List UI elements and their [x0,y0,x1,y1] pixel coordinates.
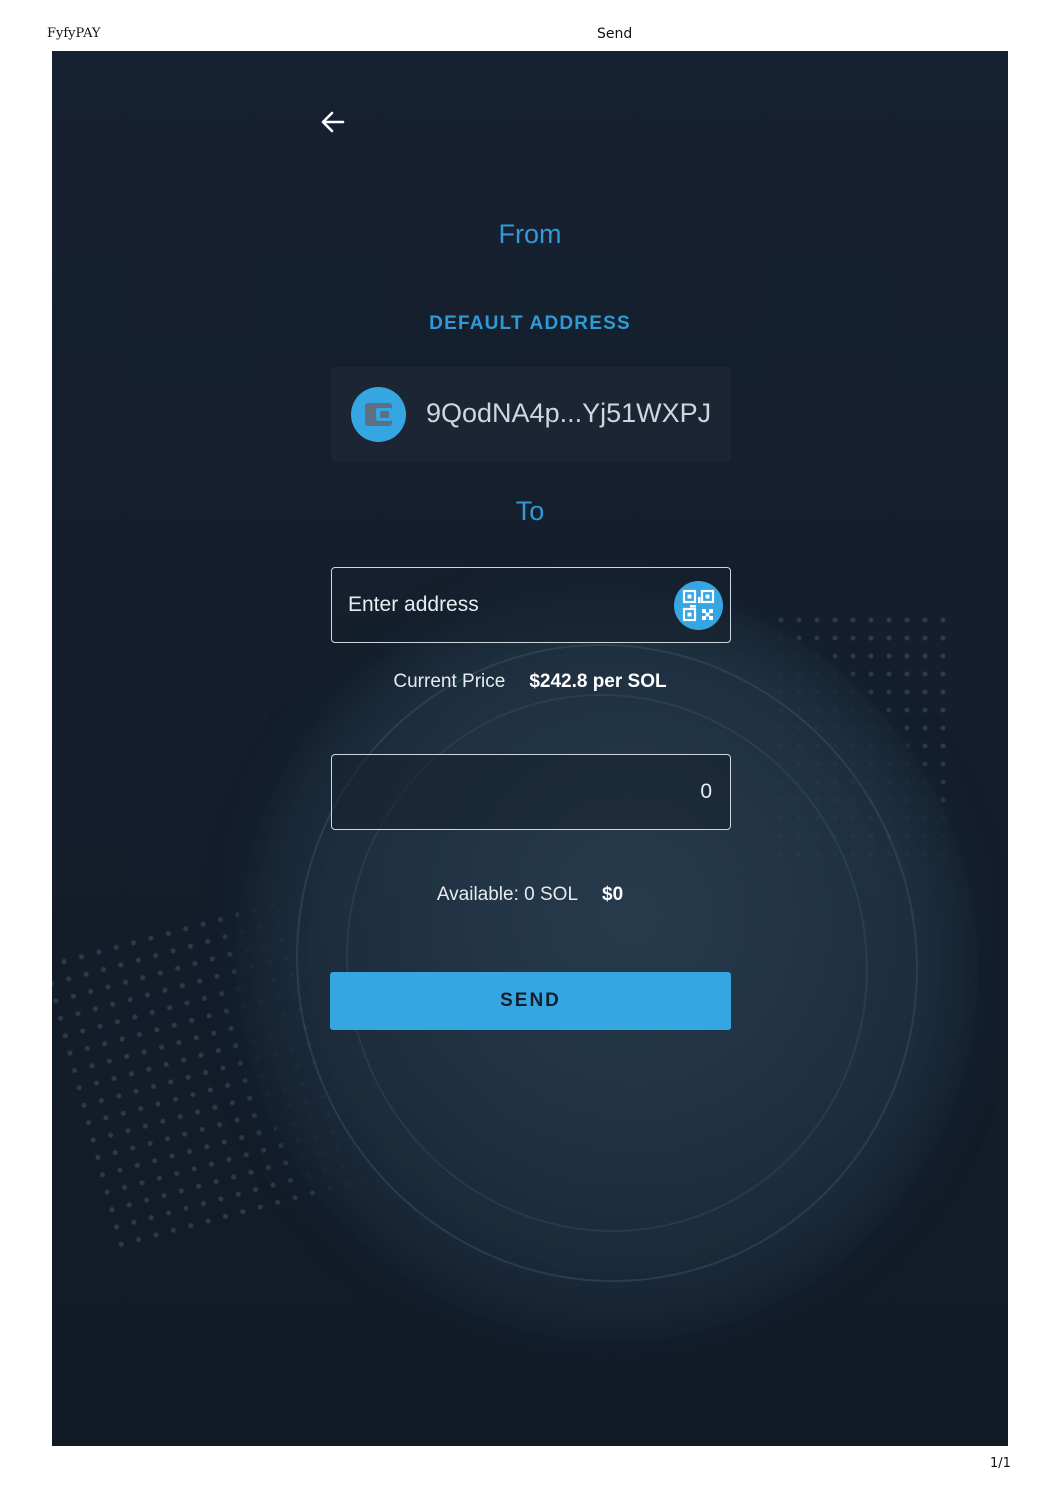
back-button[interactable] [318,107,348,137]
arrow-left-icon [321,111,345,133]
from-address-text: 9QodNA4p...Yj51WXPJ [426,398,712,428]
available-balance-row: Available: 0 SOL $0 [52,884,1008,906]
available-balance-label: Available: 0 SOL [436,884,579,905]
wallet-icon [351,387,406,442]
amount-field [331,754,731,830]
print-page-count: 1/1 [990,1456,1011,1471]
available-balance-usd: $0 [602,884,624,905]
print-page-title: Send [597,26,633,42]
print-site-name: FyfyPAY [47,26,101,41]
send-button[interactable]: SEND [330,972,731,1030]
to-heading: To [515,496,545,526]
recipient-address-field [331,567,731,643]
amount-input[interactable] [348,755,712,829]
current-price-value: $242.8 per SOL [529,671,667,692]
from-address-card[interactable]: 9QodNA4p...Yj51WXPJ [331,367,731,462]
print-header: FyfyPAY Send [0,26,1058,46]
recipient-address-input[interactable] [348,568,658,642]
scan-qr-button[interactable] [674,581,723,630]
from-heading: From [498,219,562,249]
coin-ring [276,625,938,1301]
current-price-row: Current Price $242.8 per SOL [52,671,1008,693]
send-screen: From DEFAULT ADDRESS 9QodNA4p...Yj51WXPJ… [52,51,1008,1446]
qr-code-icon [682,589,715,622]
default-address-label: DEFAULT ADDRESS [429,313,631,334]
current-price-label: Current Price [393,671,506,692]
